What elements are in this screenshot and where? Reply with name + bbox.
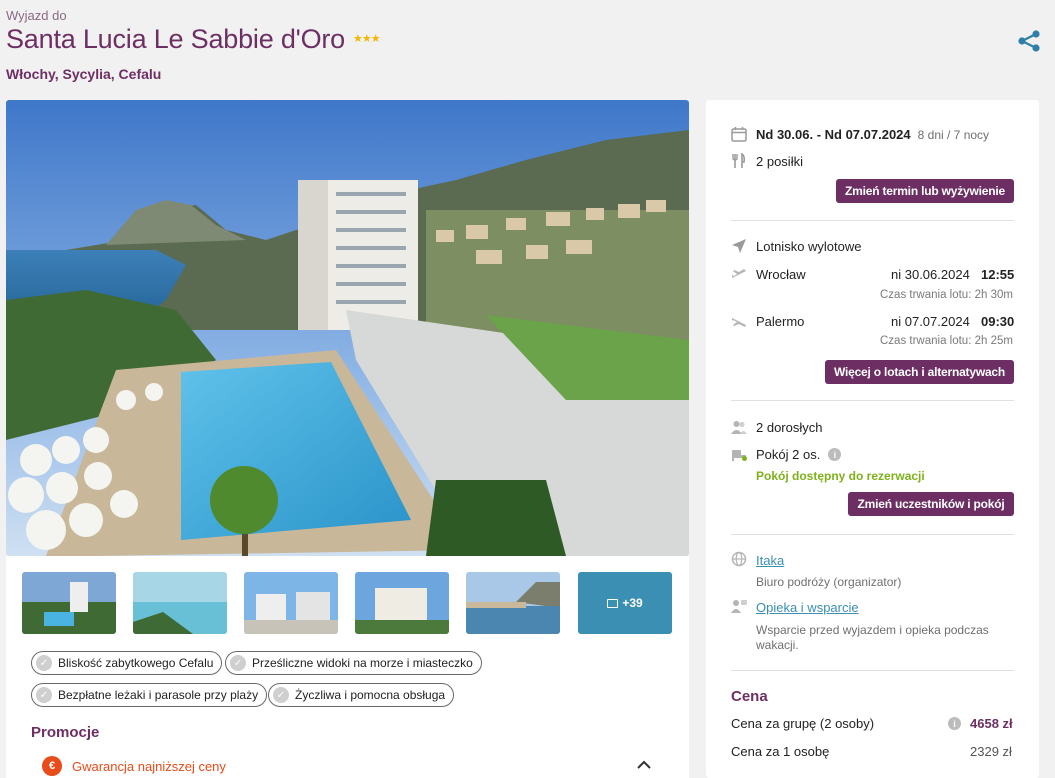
group-price-value: 4658 zł: [970, 716, 1013, 731]
trip-duration: 8 dni / 7 nocy: [917, 128, 990, 142]
main-hotel-photo[interactable]: [6, 100, 689, 556]
feature-label: Bezpłatne leżaki i parasole przy plaży: [58, 688, 259, 702]
check-icon: ✓: [230, 655, 246, 671]
plane-takeoff-icon: [732, 269, 746, 278]
feature-pill: ✓ Bezpłatne leżaki i parasole przy plaży: [31, 683, 268, 707]
meal-plan: 2 posiłki: [756, 154, 803, 169]
per-person-price-label: Cena za 1 osobę: [731, 744, 830, 759]
check-icon: ✓: [273, 687, 289, 703]
promotion-item[interactable]: € Gwarancja najniższej ceny: [42, 756, 226, 776]
promotions-heading: Promocje: [31, 724, 100, 741]
outbound-city: Wrocław: [756, 267, 806, 282]
chevron-up-icon[interactable]: [636, 760, 652, 770]
price-guarantee-icon: €: [42, 756, 62, 776]
gallery-thumb-5[interactable]: [466, 572, 560, 634]
support-description-line1: Wsparcie przed wyjazdem i opieka podczas: [756, 623, 989, 637]
price-heading: Cena: [731, 688, 768, 705]
change-participants-button[interactable]: Zmień uczestników i pokój: [848, 492, 1014, 516]
divider: [731, 534, 1014, 535]
change-date-button[interactable]: Zmień termin lub wyżywienie: [836, 179, 1014, 203]
navigation-arrow-icon: [732, 239, 746, 253]
people-icon: [731, 421, 747, 434]
gallery-thumb-2[interactable]: [133, 572, 227, 634]
trip-dates-row: Nd 30.06. - Nd 07.07.2024 8 dni / 7 nocy: [756, 127, 989, 142]
inbound-date: ni 07.07.2024: [891, 314, 970, 329]
gallery-thumb-3[interactable]: [244, 572, 338, 634]
gallery-more-count: +39: [622, 596, 643, 610]
support-link[interactable]: Opieka i wsparcie: [756, 600, 859, 615]
support-description-line2: wakacji.: [756, 638, 799, 652]
share-icon[interactable]: [1017, 30, 1041, 52]
info-icon[interactable]: i: [828, 448, 842, 461]
support-icon: [731, 600, 747, 613]
title-row: Santa Lucia Le Sabbie d'Oro ★★★: [6, 24, 381, 55]
more-flights-button[interactable]: Więcej o lotach i alternatywach: [825, 360, 1014, 384]
feature-label: Bliskość zabytkowego Cefalu: [58, 656, 214, 670]
group-price-label: Cena za grupę (2 osoby): [731, 716, 875, 731]
bed-icon: [732, 450, 747, 461]
outbound-flight-duration: Czas trwania lotu: 2h 30m: [880, 289, 1013, 301]
departure-airport-label: Lotnisko wylotowe: [756, 239, 862, 254]
feature-pill: ✓ Życzliwa i pomocna obsługa: [268, 683, 455, 707]
plane-landing-icon: [732, 318, 746, 327]
calendar-icon: [731, 127, 747, 142]
hotel-title: Santa Lucia Le Sabbie d'Oro: [6, 24, 345, 54]
cutlery-icon: [732, 153, 746, 168]
gallery-thumb-1[interactable]: [22, 572, 116, 634]
star-rating: ★★★: [353, 33, 381, 45]
pre-title: Wyjazd do: [6, 8, 67, 23]
outbound-time: 12:55: [981, 267, 1015, 282]
image-icon: [607, 598, 619, 608]
check-icon: ✓: [36, 687, 52, 703]
per-person-price-value: 2329 zł: [970, 744, 1012, 759]
room-row: Pokój 2 os. i: [756, 447, 842, 462]
check-icon: ✓: [36, 655, 52, 671]
info-icon[interactable]: i: [948, 717, 961, 730]
feature-pill: ✓ Prześliczne widoki na morze i miastecz…: [225, 651, 482, 675]
operator-description: Biuro podróży (organizator): [756, 575, 902, 589]
room-type: Pokój 2 os.: [756, 447, 821, 462]
gallery-thumb-4[interactable]: [355, 572, 449, 634]
hotel-location: Włochy, Sycylia, Cefalu: [6, 66, 162, 82]
promotion-label: Gwarancja najniższej ceny: [72, 758, 226, 774]
feature-label: Życzliwa i pomocna obsługa: [295, 688, 446, 702]
outbound-date: ni 30.06.2024: [891, 267, 970, 282]
inbound-city: Palermo: [756, 314, 805, 329]
operator-link[interactable]: Itaka: [756, 553, 784, 568]
divider: [731, 670, 1014, 671]
gallery-more-button[interactable]: +39: [578, 572, 672, 634]
feature-label: Prześliczne widoki na morze i miasteczko: [252, 656, 473, 670]
trip-dates: Nd 30.06. - Nd 07.07.2024: [756, 127, 911, 142]
divider: [731, 400, 1014, 401]
inbound-flight-duration: Czas trwania lotu: 2h 25m: [880, 335, 1013, 347]
globe-icon: [731, 551, 747, 567]
room-availability: Pokój dostępny do rezerwacji: [756, 469, 925, 483]
feature-pill: ✓ Bliskość zabytkowego Cefalu: [31, 651, 223, 675]
inbound-time: 09:30: [981, 314, 1015, 329]
adults-count: 2 dorosłych: [756, 420, 823, 435]
divider: [731, 220, 1014, 221]
